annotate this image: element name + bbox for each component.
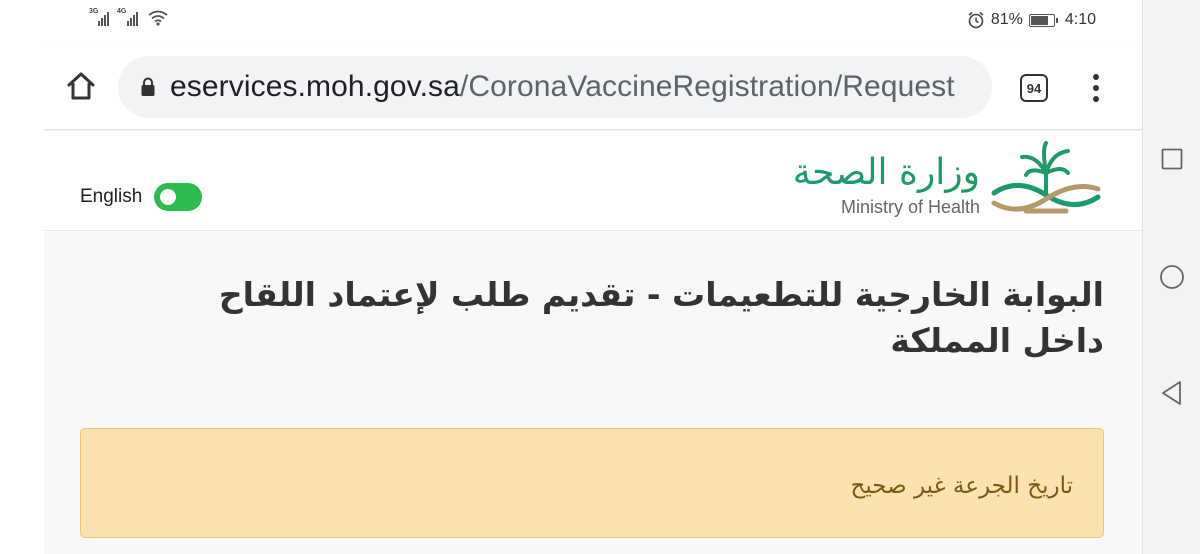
alarm-icon [968,11,984,29]
language-toggle[interactable]: English [80,183,203,211]
signal-icon: 4G [117,8,140,26]
error-alert: تاريخ الجرعة غير صحيح [80,428,1104,538]
logo-english-text: Ministry of Health [840,197,980,217]
phone-screen: 3G 4G 81% 4:10 eservices.moh.gov.sa/Coro… [0,0,1200,554]
home-icon[interactable] [64,69,98,103]
back-icon[interactable] [1159,380,1185,406]
left-edge [0,0,44,554]
wifi-icon [148,10,168,26]
menu-icon[interactable] [1086,70,1106,106]
signal-1-label: 3G [89,8,99,15]
browser-viewport: 3G 4G 81% 4:10 eservices.moh.gov.sa/Coro… [44,0,1142,554]
status-time: 4:10 [1064,11,1096,28]
site-header: English وزارة الصحة Ministry of Health [44,131,1142,231]
tab-count: 94 [1026,80,1042,96]
battery-icon [1028,13,1058,27]
url-domain: eservices.moh.gov.sa [170,70,460,103]
signal-2-label: 4G [117,8,127,15]
battery-fill [1030,15,1049,25]
language-label: English [80,186,143,207]
home-circle-icon[interactable] [1159,264,1185,290]
alert-message: تاريخ الجرعة غير صحيح [850,473,1073,499]
address-bar[interactable]: eservices.moh.gov.sa/CoronaVaccineRegist… [118,56,992,118]
ministry-logo-icon [991,141,1101,214]
browser-toolbar: eservices.moh.gov.sa/CoronaVaccineRegist… [44,44,1142,130]
battery-percent: 81% [990,11,1023,28]
page-title: البوابة الخارجية للتطعيمات - تقديم طلب ل… [218,275,1104,360]
url-path: /CoronaVaccineRegistration/Request [459,70,955,103]
lock-icon[interactable] [140,77,156,97]
language-switch[interactable] [154,183,203,211]
status-left: 3G 4G [89,8,168,26]
tabs-icon[interactable]: 94 [1020,74,1048,102]
page-body: البوابة الخارجية للتطعيمات - تقديم طلب ل… [44,232,1142,554]
logo-arabic-text: وزارة الصحة [792,152,980,193]
url-text[interactable]: eservices.moh.gov.sa/CoronaVaccineRegist… [170,70,955,104]
status-right: 81% 4:10 [967,11,1096,29]
system-nav-bar [1142,0,1200,554]
recent-apps-icon[interactable] [1159,146,1185,172]
signal-icon: 3G [89,8,110,26]
status-bar: 3G 4G 81% 4:10 [44,0,1142,44]
